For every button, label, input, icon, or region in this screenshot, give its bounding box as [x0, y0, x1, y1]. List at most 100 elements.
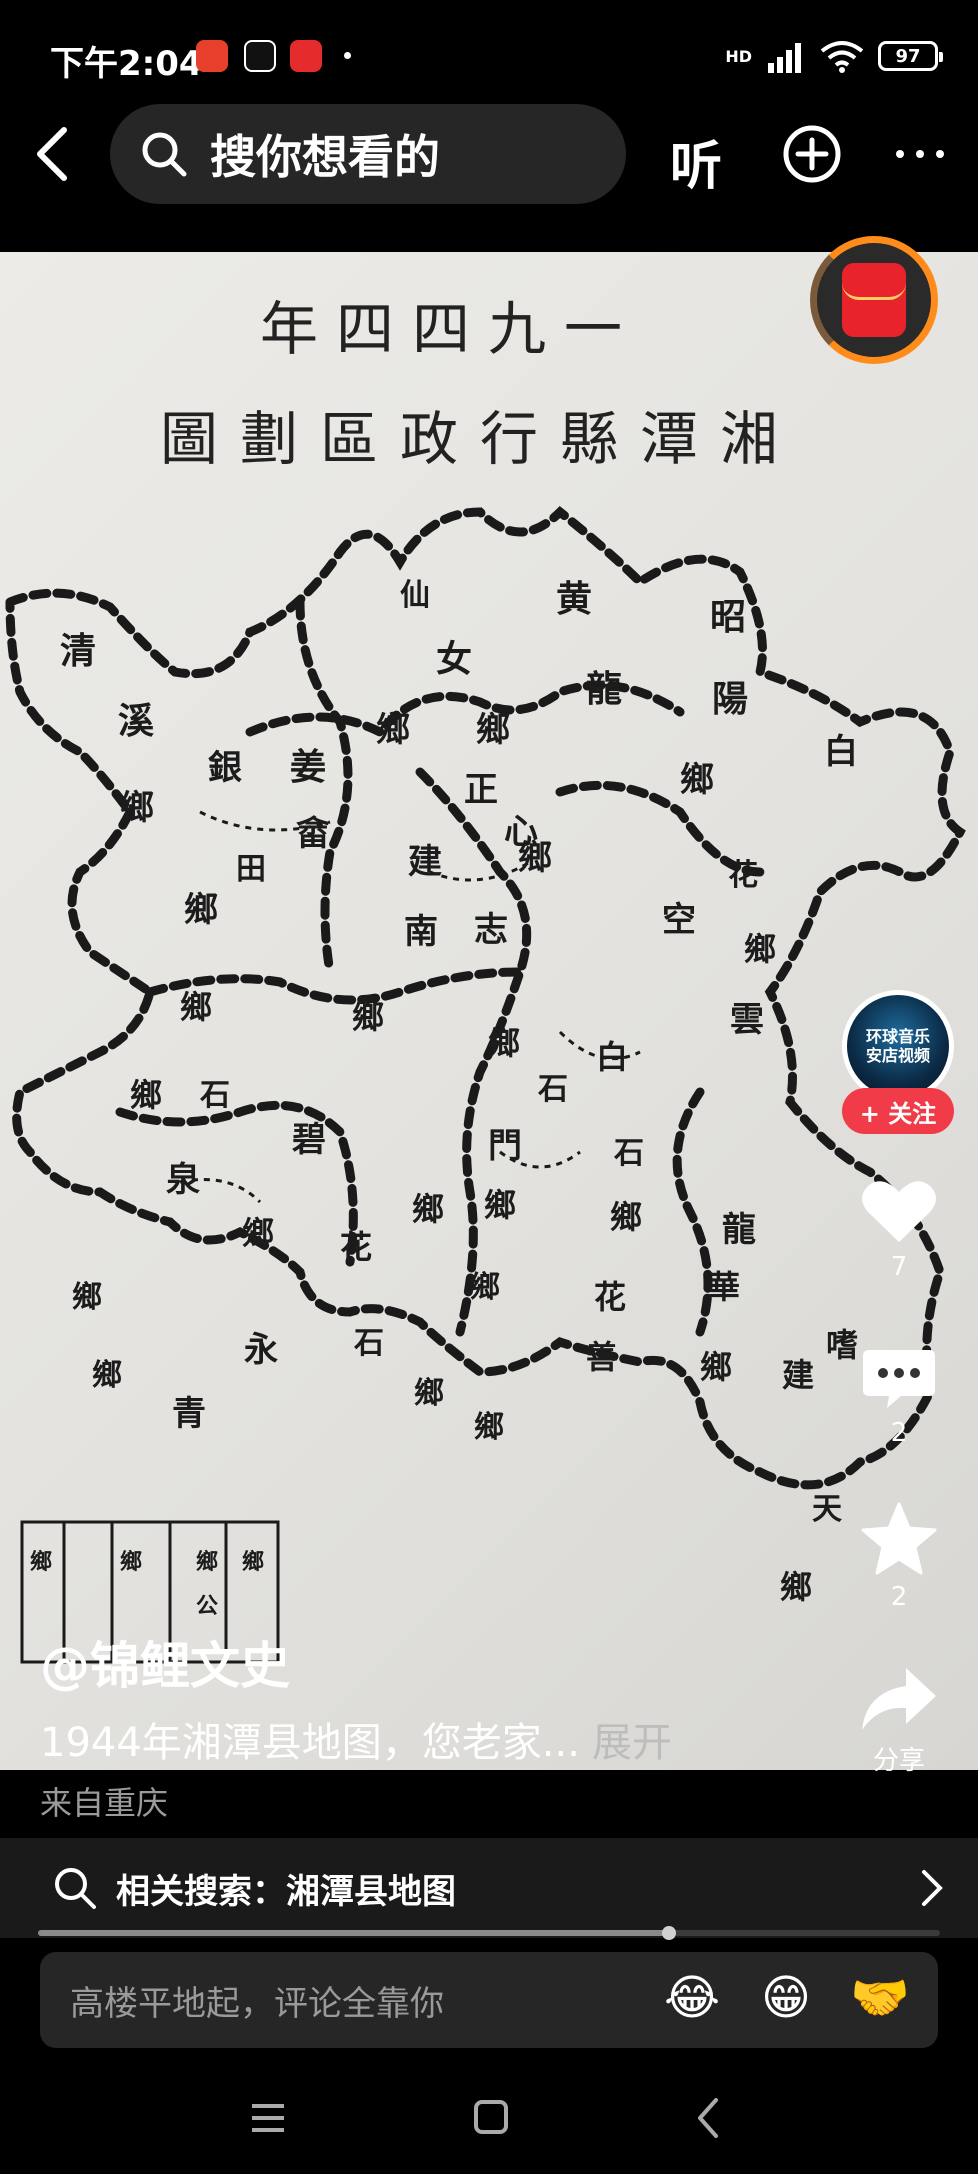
map-label: 石 [200, 1078, 230, 1113]
map-label: 鄉 [352, 998, 385, 1036]
handshake-emoji-button[interactable]: 🤝 [850, 1968, 910, 2028]
map-label: 白 [596, 1038, 629, 1076]
comment-icon [863, 1350, 935, 1408]
map-label: 鄉 [130, 1076, 163, 1114]
map-label: 泉 [166, 1160, 200, 1200]
map-label: 鄉 [610, 1198, 643, 1236]
progress-fill [38, 1930, 670, 1936]
map-label: 姜 [290, 746, 327, 788]
follow-button[interactable]: + 关注 [842, 1088, 954, 1134]
back-nav-icon[interactable] [680, 2088, 740, 2148]
map-label: 仙 [400, 578, 430, 613]
map-label: 石 [538, 1072, 568, 1107]
map-label: 鄉 [376, 710, 410, 750]
map-label: 建 [782, 1356, 815, 1394]
grin-emoji-button[interactable]: 😁 [756, 1968, 816, 2028]
map-label: 鄉 [412, 1190, 445, 1228]
status-right-group: HD 97 [725, 38, 943, 74]
map-label: 鄉 [476, 710, 510, 750]
map-outline [5, 505, 966, 1664]
like-count: 7 [890, 1252, 908, 1282]
related-search-bar[interactable]: 相关搜索：湘潭县地图 [0, 1838, 978, 1938]
comment-input[interactable]: 高楼平地起，评论全靠你 😂 😁 🤝 [40, 1952, 938, 2048]
search-icon [55, 1868, 96, 1909]
map-label: 花 [728, 858, 758, 893]
menu-icon[interactable] [238, 2088, 298, 2148]
author-name[interactable]: @锦鲤文史 [40, 1626, 290, 1698]
battery-level: 97 [895, 45, 921, 67]
map-label: 天 [812, 1492, 842, 1527]
battery-indicator: 97 [878, 41, 943, 71]
search-input[interactable]: 搜你想看的 [110, 104, 626, 204]
map-label: 銀 [208, 748, 242, 788]
map-label: 陽 [712, 678, 749, 720]
share-button[interactable]: 分享 [840, 1664, 958, 1777]
caption-text: 1944年湘潭县地图，您老家... [40, 1720, 580, 1766]
signal-icon [768, 43, 801, 73]
favorite-button[interactable]: 2 [840, 1502, 958, 1612]
map-label: 鄉 [180, 988, 213, 1026]
expand-button[interactable]: 展开 [592, 1720, 672, 1766]
map-label: 鄉 [30, 1549, 53, 1575]
map-label: 鄉 [700, 1348, 733, 1386]
map-label: 鄉 [120, 788, 154, 828]
video-caption[interactable]: 1944年湘潭县地图，您老家... 展开 [40, 1710, 672, 1768]
map-label: 南 [404, 912, 438, 952]
map-label: 女 [436, 638, 473, 680]
red-packet-icon [842, 263, 906, 337]
map-label: 鄉 [120, 1549, 143, 1575]
laugh-emoji-button[interactable]: 😂 [662, 1968, 722, 2028]
map-label: 石 [354, 1326, 384, 1361]
map-label: 鄉 [242, 1214, 275, 1252]
douyin-app-icon [244, 40, 276, 72]
map-label: 青 [172, 1394, 206, 1434]
map-label: 鄉 [474, 1410, 504, 1445]
favorite-count: 2 [890, 1582, 908, 1612]
author-avatar[interactable]: 环球音乐 安店视频 [842, 990, 954, 1102]
search-icon [142, 132, 187, 177]
map-label: 田 [236, 852, 266, 887]
like-button[interactable]: 7 [840, 1176, 958, 1282]
comment-button[interactable]: 2 [840, 1346, 958, 1448]
red-packet-button[interactable] [810, 236, 938, 364]
search-placeholder: 搜你想看的 [210, 130, 440, 184]
network-hd-label: HD [725, 46, 752, 66]
video-progress-bar[interactable] [38, 1926, 940, 1940]
map-label: 鄉 [484, 1186, 517, 1224]
status-bar: 下午2:04 HD 97 [0, 0, 978, 112]
map-label: 鄉 [72, 1280, 102, 1315]
share-arrow-icon [862, 1668, 936, 1730]
top-nav: 搜你想看的 听 [0, 104, 978, 204]
map-label: 鄉 [488, 1024, 521, 1062]
map-label: 永 [244, 1330, 278, 1370]
shopping-app-icon [196, 40, 228, 72]
map-label: 鄉 [242, 1549, 265, 1575]
map-label: 正 [464, 770, 498, 810]
map-label: 鄉 [184, 890, 218, 930]
home-icon[interactable] [460, 2088, 520, 2148]
wifi-icon [820, 41, 864, 73]
map-label: 花 [340, 1228, 373, 1266]
map-label: 公 [196, 1593, 219, 1619]
map-label: 龍 [586, 668, 623, 710]
system-navigation-bar [0, 2060, 978, 2174]
map-label: 建 [408, 842, 442, 882]
more-icon[interactable] [890, 124, 950, 184]
map-label: 溪 [118, 700, 155, 742]
chevron-right-icon [922, 1870, 943, 1906]
star-icon [861, 1502, 937, 1575]
add-icon[interactable] [782, 124, 842, 184]
video-player[interactable]: 年四四九一 圖劃區政行縣潭湘 仙 女 黄 龍 昭 陽 清 溪 白 鄉 鄉 鄉 姜… [0, 252, 978, 1770]
map-label: 鄉 [470, 1270, 500, 1305]
map-label: 昭 [710, 596, 747, 638]
map-label: 鄉 [680, 760, 714, 800]
location-label: 来自重庆 [40, 1784, 169, 1822]
back-arrow-icon[interactable] [22, 120, 90, 188]
map-label: 門 [488, 1126, 522, 1166]
listen-button[interactable]: 听 [670, 124, 722, 199]
map-label: 華 [708, 1268, 741, 1306]
map-label: 鄉 [92, 1358, 122, 1393]
heart-icon [862, 1181, 936, 1242]
map-label: 石 [614, 1136, 644, 1171]
map-label: 鄉 [780, 1568, 813, 1606]
